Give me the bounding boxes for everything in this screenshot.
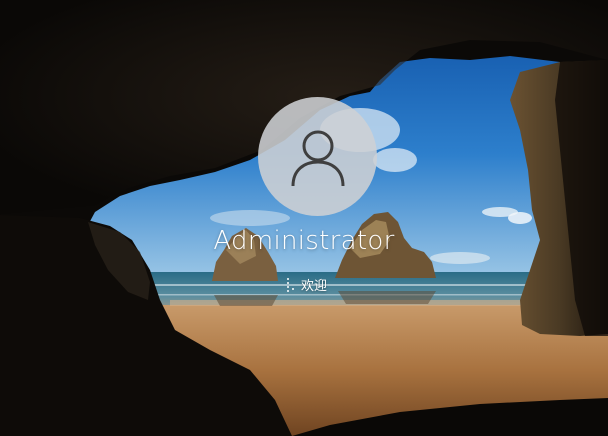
user-silhouette-icon: [291, 130, 344, 186]
welcome-status: 欢迎: [0, 275, 608, 294]
lock-screen: Administrator 欢迎: [0, 0, 608, 436]
account-name: Administrator: [213, 226, 395, 256]
loading-dots-icon: [281, 277, 295, 293]
cave-beach-wallpaper: [0, 0, 608, 436]
status-text: 欢迎: [300, 279, 327, 294]
account-avatar[interactable]: [258, 97, 377, 216]
